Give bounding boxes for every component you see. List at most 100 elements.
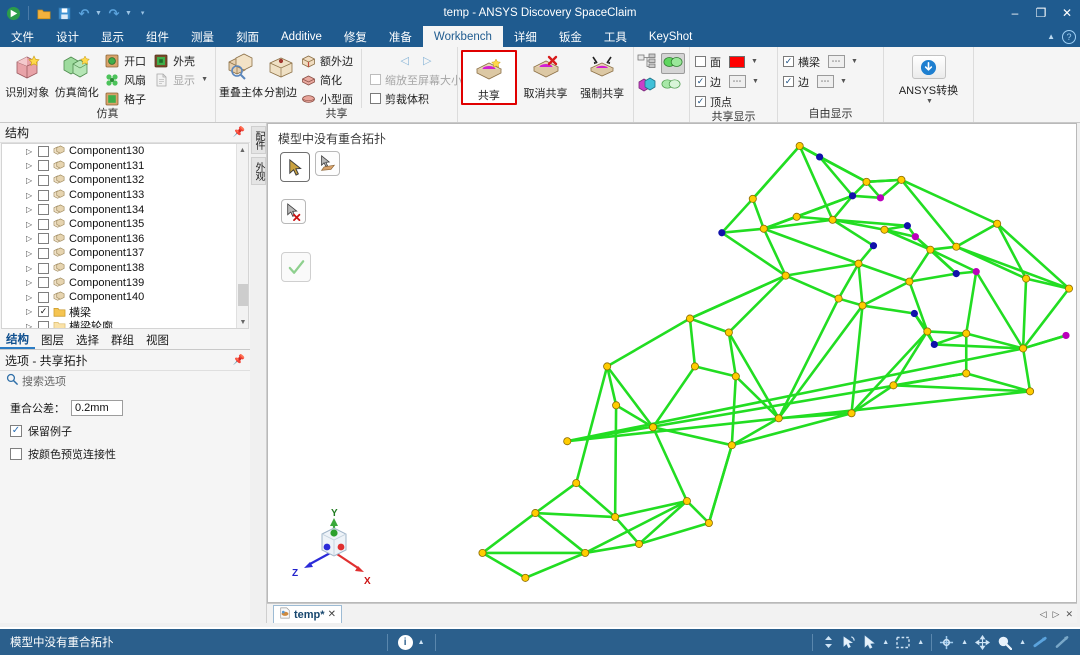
panel-tab-selection[interactable]: 选择 [70,330,105,349]
tree-item-checkbox[interactable] [38,189,49,201]
overlapping-bodies-button[interactable]: 重叠主体 [219,49,263,100]
spin-icon[interactable] [939,635,954,650]
pan-icon[interactable] [975,634,991,650]
tree-item-横梁[interactable]: ▷ ✓ 横梁 [2,305,248,320]
nav-prev-icon[interactable]: ◁ [401,54,409,67]
menu-assembly[interactable]: 组件 [135,26,180,47]
tree-scroll-up-icon[interactable]: ▲ [237,144,248,156]
restore-button[interactable]: ❐ [1028,0,1054,26]
fan-button[interactable]: 风扇 [102,70,150,89]
grid-button[interactable]: 格子 [102,89,150,108]
menu-detail[interactable]: 详细 [503,26,548,47]
vertical-tab-appearance[interactable]: 外观 [251,157,266,185]
extra-edges-button[interactable]: 额外边 [298,51,357,70]
tree-item-checkbox[interactable] [38,218,49,230]
tree-item-Component131[interactable]: ▷ Component131 [2,159,248,174]
expand-arrow-icon[interactable]: ▷ [26,234,35,243]
transparent-body-icon[interactable] [661,76,681,97]
zoom-to-screen-checkbox[interactable] [370,74,381,85]
tree-item-checkbox[interactable] [38,320,49,328]
tree-item-Component132[interactable]: ▷ Component132 [2,173,248,188]
face-color-dropdown-icon[interactable]: ▼ [751,58,758,65]
share-display-edge-row[interactable]: ✓ 边 ⋯ ▼ [693,72,763,91]
open-icon[interactable] [36,5,52,21]
fit-icon[interactable] [1055,635,1070,649]
unshare-button[interactable]: 取消共享 [518,50,574,101]
expand-arrow-icon[interactable]: ▷ [26,293,35,302]
free-edge-checkbox[interactable]: ✓ [783,76,794,87]
expand-arrow-icon[interactable]: ▷ [26,264,35,273]
minimize-button[interactable]: – [1002,0,1028,26]
doc-tab-prev-icon[interactable]: ◁ [1040,609,1047,620]
tree-item-checkbox[interactable] [38,262,49,274]
options-search-row[interactable]: 搜索选项 [0,371,250,390]
free-display-beam-row[interactable]: ✓ 横梁 ⋯ ▼ [781,52,862,71]
menu-repair[interactable]: 修复 [333,26,378,47]
tree-item-checkbox[interactable]: ✓ [38,306,49,318]
tree-item-Component130[interactable]: ▷ Component130 [2,144,248,159]
enclosure-button[interactable]: 外壳 [151,51,212,70]
select-dropdown-icon[interactable]: ▲ [882,639,889,646]
tree-item-checkbox[interactable] [38,277,49,289]
customize-qat-icon[interactable]: ▾ [141,9,145,17]
collapse-ribbon-icon[interactable]: ▲ [1047,32,1055,41]
info-icon[interactable]: i [397,634,413,650]
expand-arrow-icon[interactable]: ▷ [26,147,35,156]
identify-object-button[interactable]: 识别对象 [3,49,52,100]
expand-arrow-icon[interactable]: ▷ [26,249,35,258]
document-tab-close-icon[interactable]: ✕ [328,609,336,620]
nav-next-icon[interactable]: ▷ [423,54,431,67]
tree-item-Component135[interactable]: ▷ Component135 [2,217,248,232]
free-edge-style-dropdown-icon[interactable]: ▼ [840,78,847,85]
share-button[interactable]: 共享 [461,50,517,105]
expand-arrow-icon[interactable]: ▷ [26,278,35,287]
tree-item-checkbox[interactable] [38,160,49,172]
tree-scroll-down-icon[interactable]: ▼ [237,316,248,328]
expand-arrow-icon[interactable]: ▷ [26,307,35,316]
tree-item-checkbox[interactable] [38,174,49,186]
vertex-checkbox[interactable]: ✓ [695,96,706,107]
tree-item-Component139[interactable]: ▷ Component139 [2,275,248,290]
expand-arrow-icon[interactable]: ▷ [26,220,35,229]
menu-keyshot[interactable]: KeyShot [638,26,703,47]
tree-item-checkbox[interactable] [38,145,49,157]
close-button[interactable]: ✕ [1054,0,1080,26]
clip-volume-checkbox[interactable] [370,93,381,104]
pan-select-icon[interactable] [863,635,876,649]
redo-icon[interactable]: ↷ [106,5,122,21]
share-display-face-row[interactable]: 面 ▼ [693,52,762,71]
edge-checkbox[interactable]: ✓ [695,76,706,87]
tree-item-Component133[interactable]: ▷ Component133 [2,188,248,203]
menu-design[interactable]: 设计 [45,26,90,47]
menu-display[interactable]: 显示 [90,26,135,47]
doc-tab-next-icon[interactable]: ▷ [1053,609,1060,620]
simplify-simulation-button[interactable]: 仿真简化 [53,49,102,100]
clip-volume-check-row[interactable]: 剪裁体积 [368,89,466,108]
edge-style-dropdown-icon[interactable]: ▼ [752,78,759,85]
undo-dropdown-icon[interactable]: ▼ [95,10,102,17]
beam-style-dropdown-icon[interactable]: ▼ [851,58,858,65]
show-dropdown-icon[interactable]: ▼ [201,76,208,83]
zoom-to-screen-check-row[interactable]: 缩放至屏幕大小 [368,70,466,89]
preview-connectivity-row[interactable]: 按颜色预览连接性 [10,446,242,462]
colored-body-icon[interactable] [637,76,657,97]
document-tab-temp[interactable]: temp* ✕ [273,605,342,623]
face-color-swatch[interactable] [729,55,745,68]
free-edge-style-box[interactable]: ⋯ [817,75,834,88]
menu-prepare[interactable]: 准备 [378,26,423,47]
menu-section[interactable]: 刻面 [225,26,270,47]
keep-instances-checkbox[interactable]: ✓ [10,425,22,437]
tree-item-横梁轮廓[interactable]: ▷ 横梁轮廓 [2,319,248,328]
show-button[interactable]: 显示 ▼ [151,70,212,89]
graphics-viewport[interactable]: 模型中没有重合拓扑 Y X Z [267,123,1077,603]
beam-style-box[interactable]: ⋯ [828,55,845,68]
zoom-extents-icon[interactable] [1033,635,1048,649]
ansys-transfer-dropdown-icon[interactable]: ▼ [926,98,933,105]
save-icon[interactable] [56,5,72,21]
free-display-edge-row[interactable]: ✓ 边 ⋯ ▼ [781,72,851,91]
axis-triad[interactable]: Y X Z [286,502,382,592]
orbit-icon[interactable] [841,635,856,649]
tree-item-Component140[interactable]: ▷ Component140 [2,290,248,305]
expand-arrow-icon[interactable]: ▷ [26,161,35,170]
tree-scrollbar[interactable]: ▲ ▼ [236,144,248,328]
